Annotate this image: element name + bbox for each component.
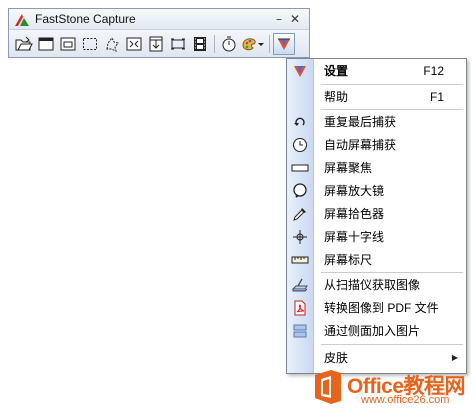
- crosshair-icon: [291, 228, 309, 246]
- main-menu-icon[interactable]: [273, 32, 295, 55]
- menu-item-crosshair[interactable]: 屏幕十字线: [287, 225, 466, 248]
- capture-fixed-region-icon[interactable]: [167, 33, 189, 55]
- app-title: FastStone Capture: [35, 12, 136, 26]
- menu-item-ruler[interactable]: 屏幕标尺: [287, 248, 466, 271]
- main-dropdown-menu: 设置 F12 帮助 F1 重复最后捕获 自动屏幕捕获 屏幕聚焦 屏幕放大镜 屏幕…: [286, 58, 467, 374]
- clock-icon: [291, 136, 309, 154]
- pdf-icon: [291, 299, 309, 317]
- toolbar-separator: [269, 34, 270, 53]
- capture-freehand-icon[interactable]: [101, 33, 123, 55]
- menu-item-skin[interactable]: 皮肤 ▶: [287, 346, 466, 369]
- capture-toolbar: [9, 29, 309, 57]
- output-destination-icon[interactable]: [240, 33, 266, 55]
- capture-toolbar-window: FastStone Capture – ✕: [8, 8, 310, 58]
- repeat-capture-icon: [291, 113, 309, 131]
- menu-item-acquire-from-scanner[interactable]: 从扫描仪获取图像: [287, 273, 466, 296]
- office-logo-icon: [311, 369, 345, 409]
- eyedropper-icon: [291, 205, 309, 223]
- menu-item-repeat-last-capture[interactable]: 重复最后捕获: [287, 110, 466, 133]
- settings-icon: [291, 62, 309, 80]
- menu-item-convert-to-pdf[interactable]: 转换图像到 PDF 文件: [287, 296, 466, 319]
- app-logo-icon: [14, 12, 30, 26]
- screen-recorder-icon[interactable]: [189, 33, 211, 55]
- join-images-icon: [291, 322, 309, 340]
- menu-item-color-picker[interactable]: 屏幕拾色器: [287, 202, 466, 225]
- spotlight-icon: [291, 159, 309, 177]
- ruler-icon: [291, 251, 309, 269]
- minimize-button[interactable]: –: [271, 12, 287, 26]
- close-button[interactable]: ✕: [287, 12, 303, 26]
- scanner-icon: [291, 276, 309, 294]
- menu-item-help[interactable]: 帮助 F1: [287, 85, 466, 108]
- open-folder-icon[interactable]: [13, 33, 35, 55]
- capture-scrolling-icon[interactable]: [145, 33, 167, 55]
- capture-object-icon[interactable]: [57, 33, 79, 55]
- title-bar[interactable]: FastStone Capture – ✕: [9, 9, 309, 29]
- capture-fullscreen-icon[interactable]: [123, 33, 145, 55]
- menu-separator: [321, 344, 463, 345]
- capture-window-icon[interactable]: [35, 33, 57, 55]
- menu-item-auto-capture[interactable]: 自动屏幕捕获: [287, 133, 466, 156]
- watermark-url: www.office26.com: [361, 394, 450, 406]
- watermark: Office教程网 www.office26.com: [309, 367, 473, 413]
- toolbar-separator: [214, 34, 215, 53]
- menu-item-screen-magnifier[interactable]: 屏幕放大镜: [287, 179, 466, 202]
- menu-item-settings[interactable]: 设置 F12: [287, 59, 466, 82]
- magnifier-icon: [291, 182, 309, 200]
- capture-rectangle-icon[interactable]: [79, 33, 101, 55]
- submenu-arrow-icon: ▶: [451, 353, 458, 362]
- menu-item-join-images-side-by-side[interactable]: 通过侧面加入图片: [287, 319, 466, 342]
- delay-timer-icon[interactable]: [218, 33, 240, 55]
- menu-item-screen-spotlight[interactable]: 屏幕聚焦: [287, 156, 466, 179]
